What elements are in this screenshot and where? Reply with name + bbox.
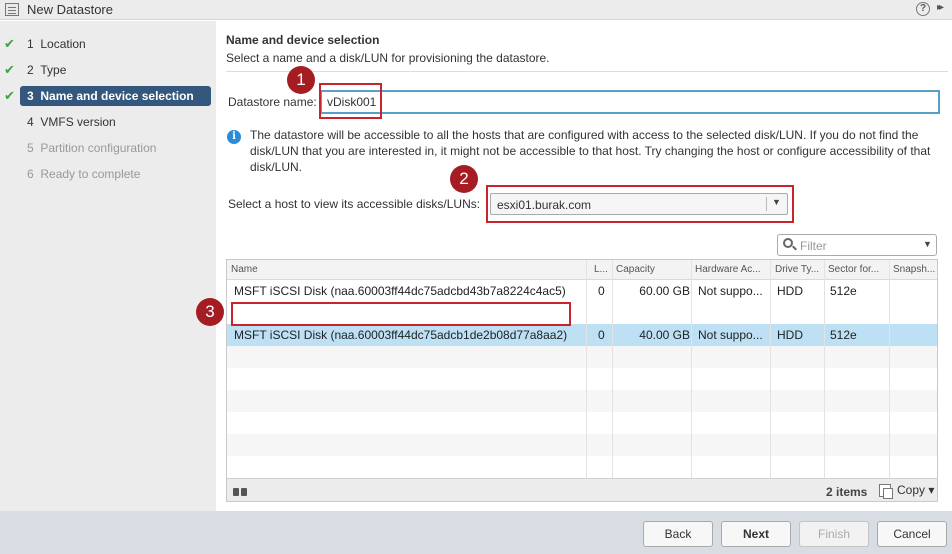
step-name-device-selection[interactable]: ✔ 3 Name and device selection [0,86,216,106]
cell-hardware-acceleration: Not suppo... [698,284,763,298]
table-footer: 2 items Copy ▾ [227,478,937,501]
window-title: New Datastore [27,2,113,17]
step-label: Name and device selection [40,89,194,103]
step-label: Partition configuration [40,141,157,155]
cell-hardware-acceleration: Not suppo... [698,328,763,342]
cell-lun: 0 [598,284,605,298]
annotation-highlight-box [486,185,794,223]
column-header-sector-format[interactable]: Sector for... [828,264,888,275]
wizard-steps-sidebar: ✔ 1 Location ✔ 2 Type ✔ 3 Name and devic… [0,21,216,511]
cell-sector-format: 512e [830,284,857,298]
filter-placeholder: Filter [800,239,827,253]
check-icon: ✔ [4,62,15,77]
cell-name: MSFT iSCSI Disk (naa.60003ff44dc75adcbd4… [234,284,566,298]
window-titlebar: New Datastore ? ▸▸ [0,0,952,20]
column-header-name[interactable]: Name [231,264,581,275]
host-select-label: Select a host to view its accessible dis… [228,197,481,211]
page-title: Name and device selection [226,33,380,47]
item-count: 2 items [826,485,868,499]
step-type[interactable]: ✔ 2 Type [0,60,216,80]
table-row-empty [227,434,937,456]
expand-icon[interactable]: ▸▸ [937,2,944,13]
step-partition-configuration: 5 Partition configuration [27,141,157,155]
check-icon: ✔ [4,88,15,103]
divider [226,71,948,72]
column-divider [691,260,692,480]
column-divider [889,260,890,480]
cell-capacity: 60.00 GB [639,284,690,298]
binoculars-icon[interactable] [232,485,248,497]
datastore-name-input[interactable] [320,90,940,114]
finish-button[interactable]: Finish [799,521,869,547]
info-message: The datastore will be accessible to all … [250,128,931,174]
column-divider [770,260,771,480]
check-icon: ✔ [4,36,15,51]
cell-drive-type: HDD [777,328,803,342]
step-label: Type [40,63,67,77]
datastore-name-label: Datastore name: [228,95,317,109]
step-label: Ready to complete [40,167,141,181]
copy-menu-button[interactable]: Copy ▾ [897,483,934,497]
table-header: Name L... Capacity Hardware Ac... Drive … [227,260,937,280]
chevron-down-icon[interactable]: ▼ [923,239,932,249]
table-row[interactable]: MSFT iSCSI Disk (naa.60003ff44dc75adcbd4… [227,280,937,302]
cell-lun: 0 [598,328,605,342]
annotation-highlight-box [319,83,382,119]
column-header-capacity[interactable]: Capacity [616,264,686,275]
step-ready-to-complete: 6 Ready to complete [27,167,141,181]
annotation-badge-2: 2 [450,165,478,193]
column-divider [824,260,825,480]
column-header-lun[interactable]: L... [594,264,614,275]
column-divider [586,260,587,480]
datastore-icon [5,3,19,16]
cell-name: MSFT iSCSI Disk (naa.60003ff44dc75adcb1d… [234,328,568,342]
cell-sector-format: 512e [830,328,857,342]
column-divider [612,260,613,480]
search-icon [783,238,793,248]
back-button[interactable]: Back [643,521,713,547]
table-row-selected[interactable]: MSFT iSCSI Disk (naa.60003ff44dc75adcb1d… [227,324,937,346]
cancel-button[interactable]: Cancel [877,521,947,547]
column-header-hardware-acceleration[interactable]: Hardware Ac... [695,264,769,275]
annotation-highlight-box [231,302,571,326]
column-header-snapshot[interactable]: Snapsh... [893,264,937,275]
filter-input[interactable]: Filter ▼ [777,234,937,256]
table-row-empty [227,390,937,412]
info-icon: i [227,130,241,144]
copy-icon[interactable] [879,484,893,499]
step-location[interactable]: ✔ 1 Location [0,34,216,54]
disk-lun-table: Name L... Capacity Hardware Ac... Drive … [226,259,938,502]
annotation-badge-3: 3 [196,298,224,326]
next-button[interactable]: Next [721,521,791,547]
wizard-button-bar: Back Next Finish Cancel [0,511,952,554]
column-header-drive-type[interactable]: Drive Ty... [775,264,825,275]
annotation-badge-1: 1 [287,66,315,94]
help-icon[interactable]: ? [916,2,930,16]
page-subtitle: Select a name and a disk/LUN for provisi… [226,51,550,65]
cell-capacity: 40.00 GB [639,328,690,342]
cell-drive-type: HDD [777,284,803,298]
main-content: Name and device selection Select a name … [196,21,952,511]
step-vmfs-version[interactable]: 4 VMFS version [0,112,216,132]
step-label: Location [40,37,86,51]
step-label: VMFS version [40,115,116,129]
table-row-empty [227,346,937,368]
